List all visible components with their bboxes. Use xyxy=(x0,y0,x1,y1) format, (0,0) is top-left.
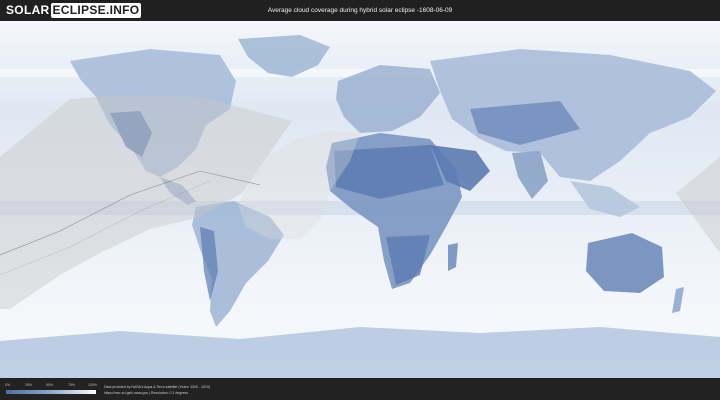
antarctic-haze xyxy=(0,359,720,378)
footer-bar: 0% 25% 50% 75% 100% Data provided by NAS… xyxy=(0,378,720,400)
data-source-link[interactable]: https://neo.sci.gsfc.nasa.gov | Resoluti… xyxy=(104,391,188,395)
site-logo[interactable]: SOLAR ECLIPSE.INFO xyxy=(6,3,142,18)
data-credit: Data provided by NASA's Aqua & Terra sat… xyxy=(104,385,211,389)
cloud-coverage-colorbar xyxy=(6,390,96,394)
logo-part-eclipse-info: ECLIPSE.INFO xyxy=(50,3,142,18)
world-map-svg xyxy=(0,21,720,378)
colorbar-tick: 75% xyxy=(68,383,76,387)
colorbar-tick: 0% xyxy=(5,383,11,387)
cloud-coverage-map xyxy=(0,21,720,378)
page-title: Average cloud coverage during hybrid sol… xyxy=(267,7,453,14)
header-bar: SOLAR ECLIPSE.INFO Average cloud coverage… xyxy=(0,0,720,21)
colorbar-tick: 50% xyxy=(46,383,54,387)
colorbar-tick: 100% xyxy=(88,383,97,387)
logo-part-solar: SOLAR xyxy=(6,3,50,17)
colorbar-tick: 25% xyxy=(25,383,33,387)
